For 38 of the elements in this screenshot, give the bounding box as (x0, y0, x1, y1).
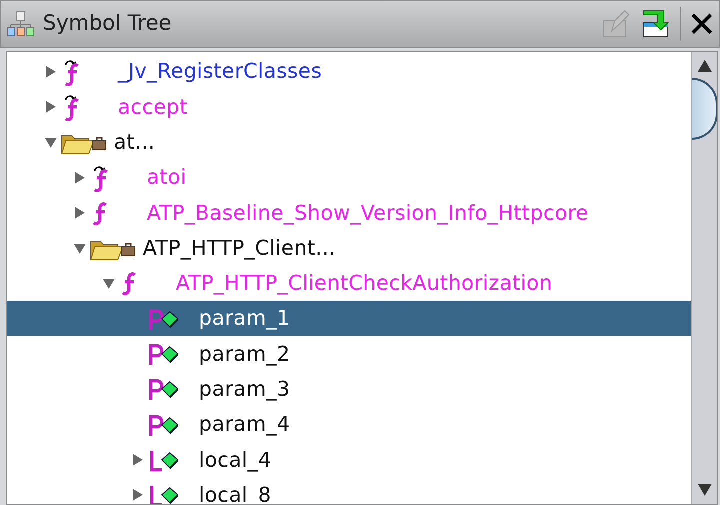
tree-item[interactable]: _Jv_RegisterClasses (7, 54, 691, 90)
tree-item[interactable]: param_2 (7, 336, 691, 372)
item-label: param_3 (199, 377, 290, 402)
tree-item[interactable]: param_1 (7, 301, 691, 336)
item-label: at... (114, 130, 156, 155)
item-label: param_4 (199, 412, 290, 437)
tree-item[interactable]: param_3 (7, 372, 691, 407)
item-label: _Jv_RegisterClasses (118, 59, 322, 84)
expand-arrow-icon[interactable] (45, 100, 57, 114)
scroll-up-icon[interactable] (698, 60, 712, 72)
expand-arrow-icon[interactable] (74, 170, 86, 185)
scroll-down-icon[interactable] (698, 484, 712, 496)
symbol-tree-icon (7, 11, 35, 37)
collapse-arrow-icon[interactable] (45, 135, 57, 150)
tree-item[interactable]: local_8 (7, 478, 691, 504)
panel-title: Symbol Tree (43, 10, 173, 38)
item-label: ATP_HTTP_ClientCheckAuthorization (176, 271, 553, 296)
item-label: atoi (147, 165, 187, 190)
scroll-thumb[interactable] (692, 78, 717, 140)
item-label: local_8 (199, 482, 272, 504)
scrollbar[interactable] (691, 52, 717, 504)
tree-item[interactable]: ATP_HTTP_Client... (7, 230, 691, 266)
item-label: accept (118, 94, 188, 120)
item-label: local_4 (199, 448, 272, 472)
tree-item[interactable]: local_4 (7, 442, 691, 478)
expand-arrow-icon[interactable] (45, 64, 57, 79)
collapse-arrow-icon[interactable] (74, 241, 86, 256)
item-label: ATP_HTTP_Client... (143, 236, 336, 260)
item-label: param_1 (199, 306, 290, 332)
expand-arrow-icon[interactable] (132, 488, 144, 502)
tree-item[interactable]: at... (7, 124, 691, 160)
tree-item[interactable]: param_4 (7, 406, 691, 442)
close-icon[interactable] (689, 11, 715, 37)
item-label: ATP_Baseline_Show_Version_Info_Httpcore (147, 200, 589, 226)
expand-arrow-icon[interactable] (132, 452, 144, 467)
expand-arrow-icon[interactable] (74, 206, 86, 220)
item-label: param_2 (199, 342, 290, 366)
collapse-arrow-icon[interactable] (103, 276, 115, 290)
